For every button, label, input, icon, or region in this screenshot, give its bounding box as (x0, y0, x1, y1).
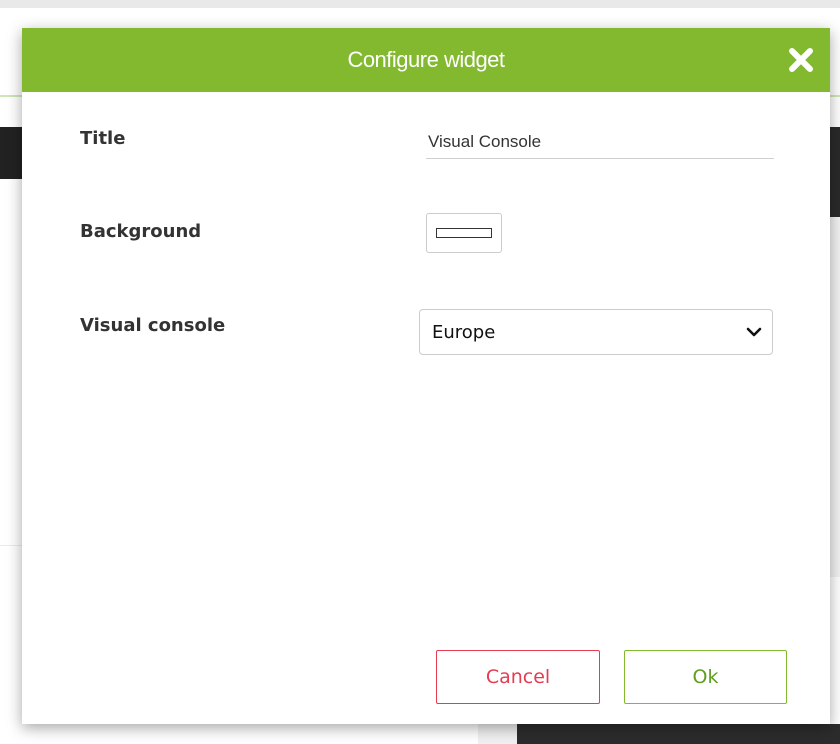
title-label: Title (80, 128, 126, 149)
background-top-strip (0, 0, 840, 8)
background-divider (830, 95, 840, 97)
dialog-header: Configure widget (22, 28, 830, 92)
close-icon (789, 48, 813, 72)
ok-button[interactable]: Ok (624, 650, 787, 704)
background-divider (0, 95, 22, 97)
background-dark-panel (517, 724, 840, 744)
visual-console-select[interactable]: Europe (419, 309, 773, 355)
visual-console-label: Visual console (80, 315, 226, 336)
background-dark-panel (830, 127, 840, 217)
chevron-down-icon (746, 327, 762, 337)
background-divider (0, 545, 22, 546)
background-panel (478, 724, 517, 744)
configure-widget-dialog: Configure widget Title Background Visual… (22, 28, 830, 724)
background-dark-panel (0, 127, 22, 179)
background-label: Background (80, 221, 202, 242)
color-swatch (436, 228, 492, 238)
title-input[interactable] (426, 126, 774, 159)
background-panel (830, 217, 840, 577)
cancel-button[interactable]: Cancel (436, 650, 600, 704)
close-button[interactable] (786, 45, 816, 75)
background-color-picker[interactable] (426, 213, 502, 253)
visual-console-selected-value: Europe (432, 322, 496, 343)
dialog-title: Configure widget (347, 47, 505, 72)
